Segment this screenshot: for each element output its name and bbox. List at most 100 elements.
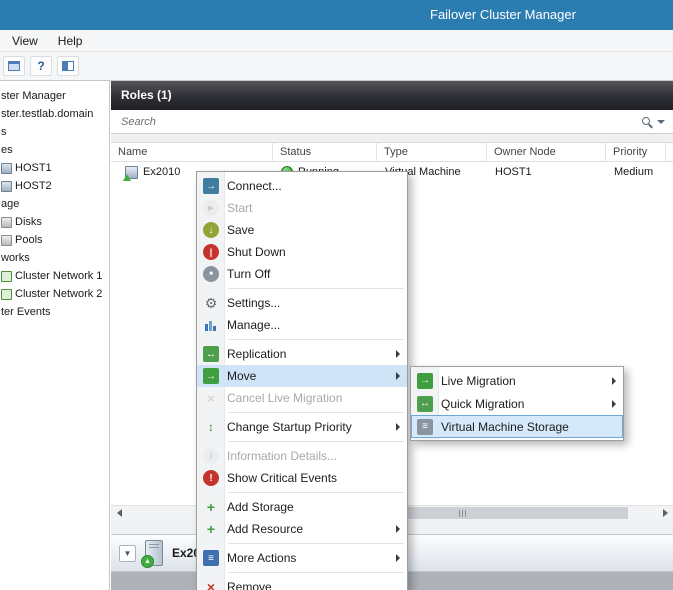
menu-item-label: Add Resource <box>227 522 304 536</box>
menu-item-label: Turn Off <box>227 267 271 281</box>
menu-item-label: Show Critical Events <box>227 471 338 485</box>
tree-item-cluster[interactable]: ster.testlab.domain <box>0 105 109 123</box>
tree-item-host1[interactable]: HOST1 <box>0 159 109 177</box>
scroll-left-button[interactable] <box>111 506 127 520</box>
more-actions-icon <box>203 550 219 566</box>
menu-separator <box>228 339 404 340</box>
console-tree: ster Manager ster.testlab.domain s es HO… <box>0 81 110 590</box>
menu-item-cancel-live-migration: Cancel Live Migration <box>197 387 407 409</box>
menu-item-turn-off[interactable]: Turn Off <box>197 263 407 285</box>
submenu-item-quick-migration[interactable]: Quick Migration <box>411 392 623 415</box>
quick-migration-icon <box>417 395 433 412</box>
menu-item-manage[interactable]: Manage... <box>197 314 407 336</box>
remove-icon <box>203 579 219 590</box>
role-owner-cell: HOST1 <box>495 166 532 178</box>
tree-item-label: age <box>1 198 20 210</box>
menu-item-label: Quick Migration <box>441 396 525 411</box>
tree-item-label: HOST2 <box>15 180 52 192</box>
tree-item-cluster-network-2[interactable]: Cluster Network 2 <box>0 285 109 303</box>
turn-off-icon <box>203 266 219 282</box>
search-input[interactable] <box>111 110 641 133</box>
menu-view[interactable]: View <box>4 32 46 50</box>
submenu-item-virtual-machine-storage[interactable]: Virtual Machine Storage <box>411 415 623 438</box>
tree-item-host2[interactable]: HOST2 <box>0 177 109 195</box>
tree-item-roles[interactable]: s <box>0 123 109 141</box>
console-window-icon[interactable] <box>3 56 25 76</box>
column-header-status[interactable]: Status <box>273 143 377 161</box>
column-header-row: Name Status Type Owner Node Priority <box>111 143 673 162</box>
server-icon <box>1 162 12 174</box>
scroll-right-button[interactable] <box>657 506 673 520</box>
menu-bar: View Help <box>0 30 673 52</box>
tree-item-cluster-events[interactable]: ter Events <box>0 303 109 321</box>
show-hide-tree-glyph <box>62 61 74 71</box>
tree-item-label: Cluster Network 1 <box>15 270 103 282</box>
menu-separator <box>228 572 404 573</box>
menu-item-shut-down[interactable]: Shut Down <box>197 241 407 263</box>
column-header-name[interactable]: Name <box>111 143 273 161</box>
change-priority-icon <box>203 419 219 435</box>
search-options[interactable] <box>641 116 673 128</box>
menu-item-label: Connect... <box>227 179 282 193</box>
column-header-owner-node[interactable]: Owner Node <box>487 143 606 161</box>
menu-item-change-startup-priority[interactable]: Change Startup Priority <box>197 416 407 438</box>
menu-item-label: Change Startup Priority <box>227 420 352 434</box>
menu-item-information-details: Information Details... <box>197 445 407 467</box>
vm-role-icon <box>141 540 163 568</box>
server-icon <box>1 180 12 192</box>
submenu-arrow-icon <box>396 554 400 562</box>
tree-item-pools[interactable]: Pools <box>0 231 109 249</box>
replication-icon <box>203 346 219 362</box>
network-icon <box>1 288 12 300</box>
menu-item-show-critical-events[interactable]: Show Critical Events <box>197 467 407 489</box>
window-title: Failover Cluster Manager <box>430 7 576 22</box>
role-context-menu: Connect... Start Save Shut Down Turn Off… <box>196 171 408 590</box>
collapse-chevron-icon[interactable]: ▼ <box>119 544 136 562</box>
help-glyph: ? <box>37 59 45 73</box>
menu-item-label: Information Details... <box>227 449 338 463</box>
tree-item-label: Cluster Network 2 <box>15 288 103 300</box>
tree-item-cluster-network-1[interactable]: Cluster Network 1 <box>0 267 109 285</box>
menu-item-remove[interactable]: Remove <box>197 576 407 590</box>
manage-icon <box>203 317 219 333</box>
tree-item-label: Disks <box>15 216 42 228</box>
filter-band <box>111 134 673 143</box>
tree-item-storage[interactable]: age <box>0 195 109 213</box>
menu-item-move[interactable]: Move <box>197 365 407 387</box>
information-icon <box>203 448 219 464</box>
start-icon <box>203 200 219 216</box>
menu-item-more-actions[interactable]: More Actions <box>197 547 407 569</box>
tree-item-label: ster Manager <box>1 90 66 102</box>
disk-icon <box>1 216 12 228</box>
menu-item-label: Virtual Machine Storage <box>441 419 569 434</box>
menu-item-save[interactable]: Save <box>197 219 407 241</box>
menu-item-replication[interactable]: Replication <box>197 343 407 365</box>
tree-item-label: s <box>1 126 7 138</box>
tree-item-networks[interactable]: works <box>0 249 109 267</box>
help-icon[interactable]: ? <box>30 56 52 76</box>
menu-separator <box>228 441 404 442</box>
menu-item-label: Live Migration <box>441 373 516 388</box>
tree-item-disks[interactable]: Disks <box>0 213 109 231</box>
show-hide-tree-icon[interactable] <box>57 56 79 76</box>
menu-item-add-storage[interactable]: Add Storage <box>197 496 407 518</box>
tree-item-label: Pools <box>15 234 43 246</box>
menu-item-start: Start <box>197 197 407 219</box>
menu-item-add-resource[interactable]: Add Resource <box>197 518 407 540</box>
tree-item-label: es <box>1 144 13 156</box>
menu-item-settings[interactable]: Settings... <box>197 292 407 314</box>
menu-item-connect[interactable]: Connect... <box>197 175 407 197</box>
submenu-item-live-migration[interactable]: Live Migration <box>411 369 623 392</box>
column-header-priority[interactable]: Priority <box>606 143 666 161</box>
cancel-live-migration-icon <box>203 390 219 406</box>
shutdown-icon <box>203 244 219 260</box>
menu-item-label: Move <box>227 369 257 383</box>
tree-item-nodes[interactable]: es <box>0 141 109 159</box>
tree-item-label: ster.testlab.domain <box>1 108 94 120</box>
tree-item-cluster-manager[interactable]: ster Manager <box>0 87 109 105</box>
menu-help[interactable]: Help <box>50 32 91 50</box>
menu-item-label: More Actions <box>227 551 297 565</box>
column-header-filler <box>666 143 673 161</box>
column-header-type[interactable]: Type <box>377 143 487 161</box>
menu-item-label: Start <box>227 201 253 215</box>
